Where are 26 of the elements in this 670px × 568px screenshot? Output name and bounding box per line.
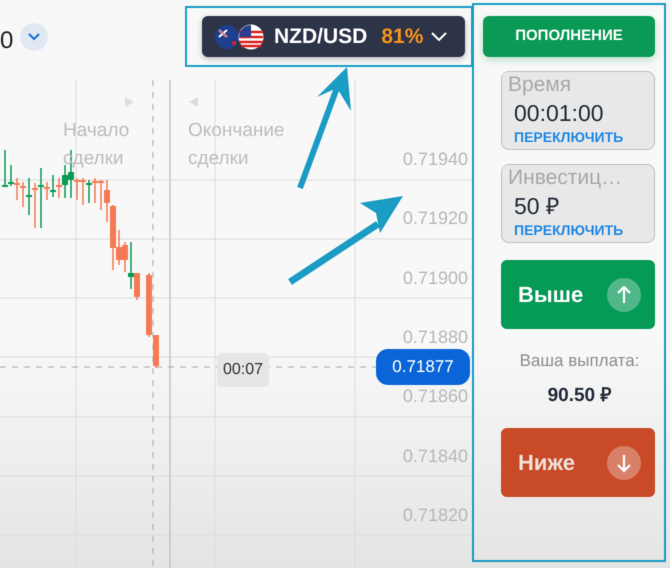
currency-flags-icon <box>214 24 266 50</box>
price-label: 0.71920 <box>402 207 468 230</box>
lower-button[interactable]: Ниже <box>501 428 655 497</box>
price-label: 0.71860 <box>402 385 468 408</box>
value-text: 0 <box>0 26 14 56</box>
payout-label: Ваша выплата: <box>518 350 640 372</box>
current-price-label: 0.71877 <box>376 349 470 384</box>
payout-value: 90.50 ₽ <box>546 384 612 408</box>
play-triangle-icon <box>125 97 134 107</box>
play-triangle-icon <box>189 97 198 107</box>
price-label: 0.71940 <box>402 148 468 171</box>
price-label: 0.71900 <box>402 266 468 290</box>
chevron-down-icon <box>28 33 40 41</box>
dropdown-button[interactable] <box>20 23 48 51</box>
chevron-down-icon <box>431 32 448 42</box>
input-field[interactable]: Инвестиц… 50 ₽ ПЕРЕКЛЮЧИТЬ <box>501 164 655 243</box>
input-field[interactable]: Время 00:01:00 ПЕРЕКЛЮЧИТЬ <box>501 71 655 150</box>
trade-end-label: Окончание сделки <box>188 119 286 171</box>
currency-pair-selector[interactable]: NZD/USD 81% <box>202 16 465 57</box>
arrow-down-icon <box>607 446 641 480</box>
arrow-up-icon <box>607 278 641 312</box>
payout-percent-text: 81% <box>381 24 424 50</box>
timer-label: 00:07 <box>217 353 270 387</box>
price-label: 0.71880 <box>402 326 468 349</box>
deposit-button[interactable]: ПОПОЛНЕНИЕ <box>483 16 655 57</box>
higher-button[interactable]: Выше <box>501 260 655 329</box>
